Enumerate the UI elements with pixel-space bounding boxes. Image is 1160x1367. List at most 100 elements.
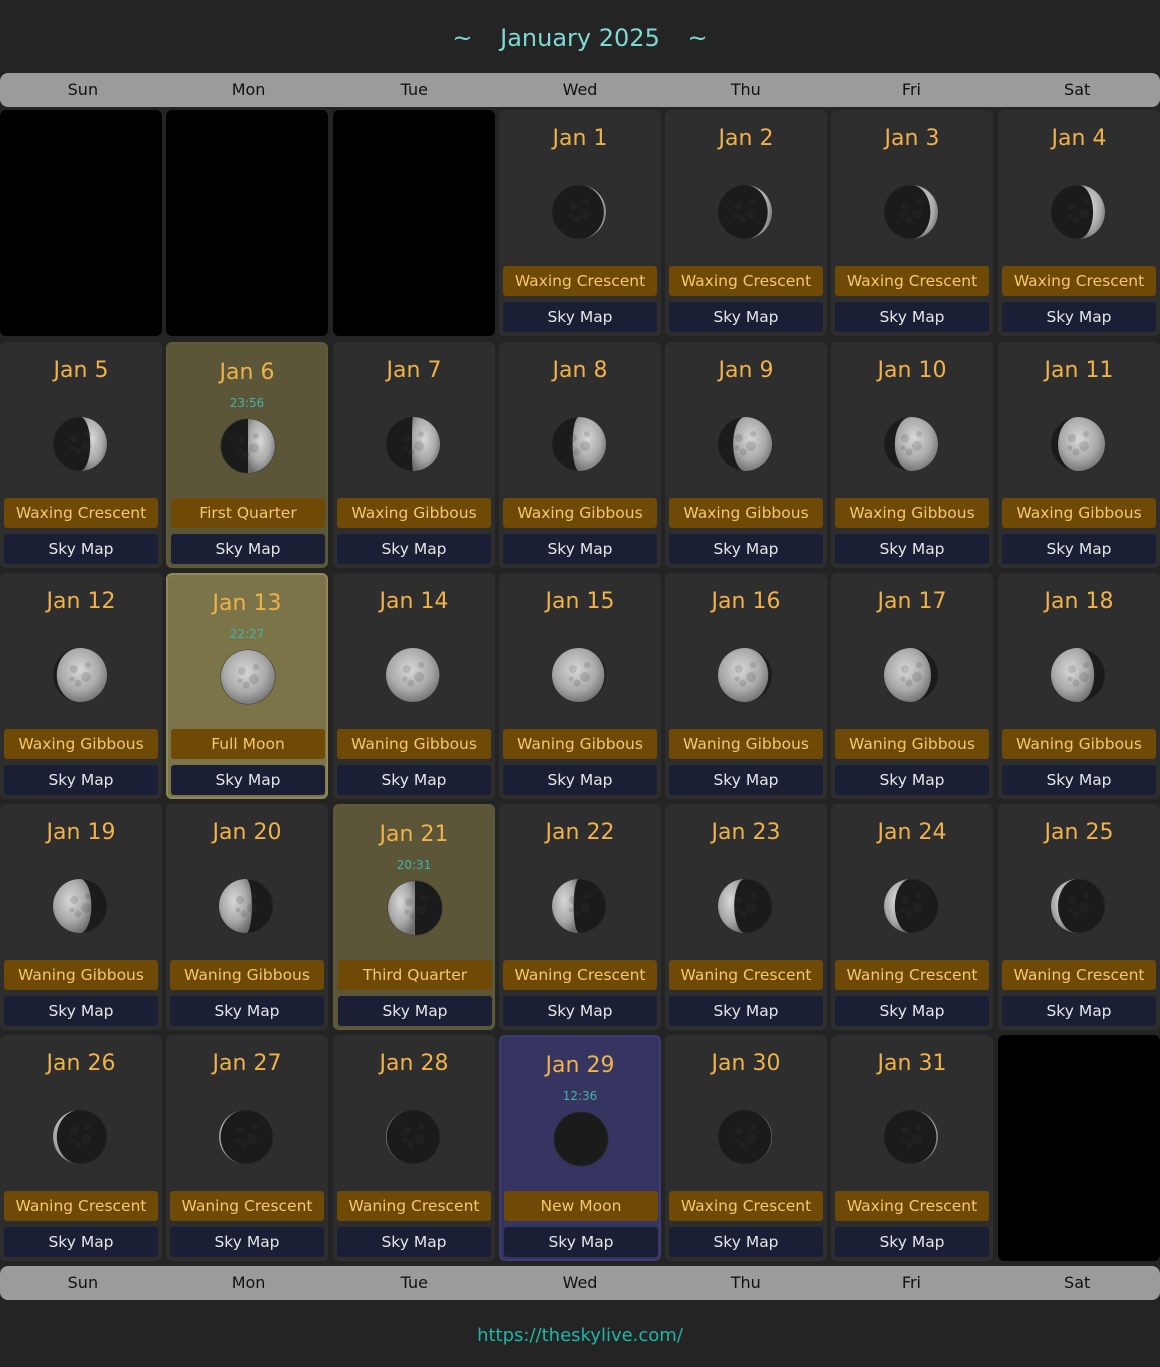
moon-image bbox=[218, 1109, 274, 1165]
sky-map-button[interactable]: Sky Map bbox=[337, 1227, 491, 1257]
moon-crater bbox=[746, 209, 756, 219]
sky-map-button[interactable]: Sky Map bbox=[4, 534, 158, 564]
sky-map-button[interactable]: Sky Map bbox=[337, 765, 491, 795]
sky-map-button[interactable]: Sky Map bbox=[1002, 302, 1156, 332]
sky-map-button[interactable]: Sky Map bbox=[4, 1227, 158, 1257]
moon-crater bbox=[403, 434, 411, 442]
moon-crater bbox=[573, 679, 581, 687]
sky-map-button[interactable]: Sky Map bbox=[4, 996, 158, 1026]
moon-crater bbox=[916, 893, 922, 899]
sky-map-button[interactable]: Sky Map bbox=[669, 765, 823, 795]
moon-crater bbox=[249, 674, 259, 684]
day-cell: Jan 20 Waning Gibbous Sky Map bbox=[166, 804, 328, 1030]
day-cell: Jan 27 Waning Crescent Sky Map bbox=[166, 1035, 328, 1261]
phase-label: Waning Gibbous bbox=[835, 729, 989, 759]
moon-crater bbox=[734, 213, 740, 219]
empty-day-cell bbox=[166, 110, 328, 336]
day-cell: Jan 30 Waxing Crescent Sky Map bbox=[665, 1035, 827, 1261]
moon-crater bbox=[414, 1134, 424, 1144]
sky-map-button[interactable]: Sky Map bbox=[835, 765, 989, 795]
phase-time: 20:31 bbox=[396, 858, 432, 872]
sky-map-button[interactable]: Sky Map bbox=[669, 1227, 823, 1257]
moon-crater bbox=[901, 434, 909, 442]
day-date: Jan 16 bbox=[711, 589, 781, 614]
sky-map-button[interactable]: Sky Map bbox=[503, 996, 657, 1026]
sky-map-button[interactable]: Sky Map bbox=[504, 1227, 658, 1257]
moon-crater bbox=[901, 665, 909, 673]
day-cell: Jan 24 Waning Crescent Sky Map bbox=[831, 804, 993, 1030]
moon-crater bbox=[735, 896, 743, 904]
moon-image bbox=[218, 878, 274, 934]
moon-phase-icon bbox=[387, 880, 443, 936]
sky-map-button[interactable]: Sky Map bbox=[1002, 996, 1156, 1026]
sky-map-button[interactable]: Sky Map bbox=[835, 302, 989, 332]
moon-crater bbox=[1079, 672, 1089, 682]
day-cell: Jan 15 Waning Gibbous Sky Map bbox=[499, 573, 661, 799]
moon-image bbox=[717, 184, 773, 240]
moon-crater bbox=[580, 209, 590, 219]
day-date: Jan 28 bbox=[379, 1051, 449, 1076]
moon-phase-icon bbox=[52, 647, 108, 703]
day-date: Jan 19 bbox=[46, 820, 116, 845]
sky-map-button[interactable]: Sky Map bbox=[1002, 534, 1156, 564]
moon-crater bbox=[584, 662, 590, 668]
sky-map-button[interactable]: Sky Map bbox=[835, 534, 989, 564]
moon-crater bbox=[81, 672, 91, 682]
moon-crater bbox=[1068, 434, 1076, 442]
day-date: Jan 9 bbox=[718, 358, 774, 383]
sky-map-button[interactable]: Sky Map bbox=[835, 996, 989, 1026]
moon-crater bbox=[402, 676, 408, 682]
moon-phase-icon bbox=[717, 1109, 773, 1165]
empty-day-cell bbox=[333, 110, 495, 336]
moon-phase-icon bbox=[52, 878, 108, 934]
sky-map-button[interactable]: Sky Map bbox=[1002, 765, 1156, 795]
moon-crater bbox=[240, 1141, 248, 1149]
day-cell: Jan 18 Waning Gibbous Sky Map bbox=[998, 573, 1160, 799]
moon-image bbox=[385, 647, 441, 703]
day-cell: Jan 28 Waning Crescent Sky Map bbox=[333, 1035, 495, 1261]
moon-image bbox=[883, 416, 939, 472]
moon-crater bbox=[74, 679, 82, 687]
moon-phase-icon bbox=[1050, 647, 1106, 703]
day-date: Jan 25 bbox=[1044, 820, 1114, 845]
weekday-fri: Fri bbox=[901, 1273, 921, 1292]
sky-map-button[interactable]: Sky Map bbox=[4, 765, 158, 795]
moon-crater bbox=[1067, 213, 1073, 219]
moon-phase-icon bbox=[385, 647, 441, 703]
footer-link[interactable]: https://theskylive.com/ bbox=[0, 1322, 1160, 1350]
day-date: Jan 29 bbox=[545, 1053, 615, 1078]
moon-phase-icon bbox=[553, 1111, 609, 1167]
moon-crater bbox=[739, 1141, 747, 1149]
sky-map-button[interactable]: Sky Map bbox=[835, 1227, 989, 1257]
sky-map-button[interactable]: Sky Map bbox=[337, 534, 491, 564]
sky-map-button[interactable]: Sky Map bbox=[503, 534, 657, 564]
sky-map-button[interactable]: Sky Map bbox=[338, 996, 492, 1026]
moon-lit-area bbox=[219, 879, 252, 933]
sky-map-button[interactable]: Sky Map bbox=[669, 302, 823, 332]
sky-map-button[interactable]: Sky Map bbox=[170, 1227, 324, 1257]
moon-crater bbox=[1083, 431, 1089, 437]
day-cell: Jan 1 Waxing Crescent Sky Map bbox=[499, 110, 661, 336]
sky-map-button[interactable]: Sky Map bbox=[669, 996, 823, 1026]
sky-map-button[interactable]: Sky Map bbox=[503, 765, 657, 795]
moon-image bbox=[52, 416, 108, 472]
phase-label: Third Quarter bbox=[338, 960, 492, 990]
moon-phase-icon bbox=[717, 878, 773, 934]
moon-phase-icon bbox=[883, 416, 939, 472]
title-tilde-left: ~ bbox=[452, 24, 473, 52]
moon-crater bbox=[240, 910, 248, 918]
moon-image bbox=[551, 878, 607, 934]
sky-map-button[interactable]: Sky Map bbox=[503, 302, 657, 332]
phase-label: Waning Crescent bbox=[669, 960, 823, 990]
sky-map-button[interactable]: Sky Map bbox=[170, 996, 324, 1026]
moon-crater bbox=[70, 1127, 78, 1135]
moon-crater bbox=[912, 672, 922, 682]
sky-map-button[interactable]: Sky Map bbox=[171, 534, 325, 564]
moon-crater bbox=[746, 903, 756, 913]
moon-crater bbox=[403, 665, 411, 673]
sky-map-button[interactable]: Sky Map bbox=[669, 534, 823, 564]
moon-crater bbox=[734, 907, 740, 913]
sky-map-button[interactable]: Sky Map bbox=[171, 765, 325, 795]
moon-lit-area bbox=[221, 650, 275, 704]
moon-crater bbox=[1067, 676, 1073, 682]
